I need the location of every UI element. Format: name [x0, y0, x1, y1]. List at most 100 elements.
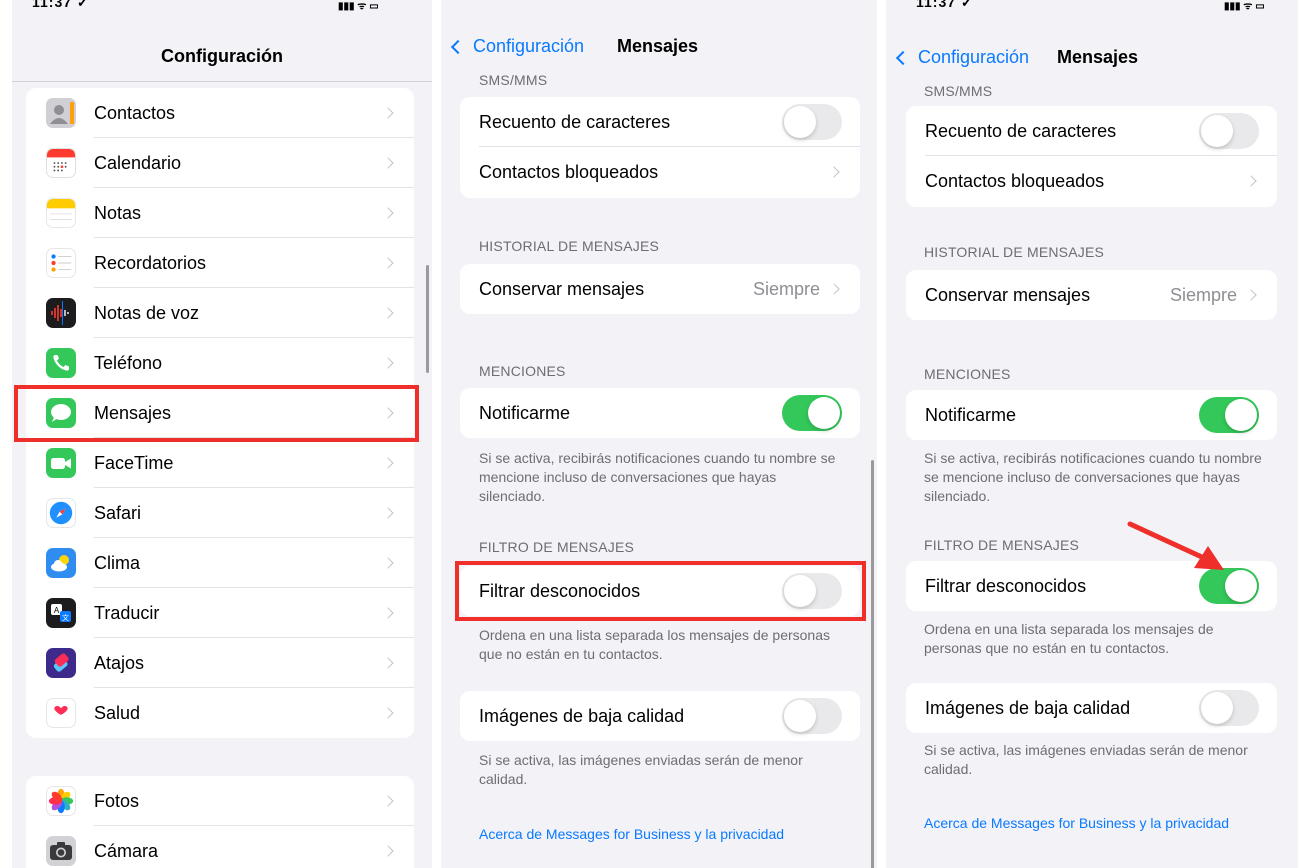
low-quality-toggle[interactable] — [1199, 690, 1259, 726]
keep-messages-row[interactable]: Conservar mensajes Siempre — [906, 270, 1277, 320]
low-quality-row: Imágenes de baja calidad — [906, 683, 1277, 733]
back-button[interactable]: Configuración — [449, 36, 584, 57]
keep-messages-value: Siempre — [752, 278, 820, 299]
settings-row-fotos[interactable]: Fotos — [26, 776, 414, 826]
low-quality-row: Imágenes de baja calidad — [460, 691, 860, 741]
settings-row-telefono[interactable]: Teléfono — [26, 338, 414, 388]
chevron-right-icon — [382, 657, 394, 669]
chevron-right-icon — [382, 107, 394, 119]
chevron-right-icon — [828, 166, 840, 178]
settings-row-atajos[interactable]: Atajos — [26, 638, 414, 688]
business-privacy-link[interactable]: Acerca de Messages for Business y la pri… — [479, 826, 784, 842]
svg-text:A: A — [54, 606, 60, 615]
shortcuts-icon — [46, 648, 76, 678]
settings-row-camara[interactable]: Cámara — [26, 826, 414, 868]
row-label: Notificarme — [479, 402, 571, 423]
row-label: Traducir — [94, 602, 160, 623]
notify-toggle[interactable] — [1199, 397, 1259, 433]
chevron-right-icon — [1245, 289, 1257, 301]
section-header-history: HISTORIAL DE MENSAJES — [479, 238, 660, 254]
row-label: Conservar mensajes — [925, 284, 1091, 305]
row-label: Recuento de caracteres — [479, 111, 671, 132]
keep-messages-row[interactable]: Conservar mensajes Siempre — [460, 264, 860, 314]
blocked-contacts-row[interactable]: Contactos bloqueados — [460, 147, 860, 197]
settings-row-traducir[interactable]: A文 Traducir — [26, 588, 414, 638]
settings-row-salud[interactable]: Salud — [26, 688, 414, 738]
settings-row-facetime[interactable]: FaceTime — [26, 438, 414, 488]
messages-panel-after: 11:37 ✓ ▮▮▮ ᯤ ▭ Configuración Mensajes S… — [886, 0, 1298, 868]
camera-icon — [46, 836, 76, 866]
reminders-icon — [46, 248, 76, 278]
row-label: FaceTime — [94, 452, 174, 473]
sms-group: Recuento de caracteres Contactos bloquea… — [906, 106, 1277, 207]
row-label: Fotos — [94, 790, 140, 811]
row-label: Salud — [94, 702, 141, 723]
char-count-toggle[interactable] — [1199, 113, 1259, 149]
status-icons: ▮▮▮ ᯤ ▭ — [338, 1, 379, 12]
scrollbar[interactable] — [871, 460, 874, 868]
messages-panel-before: Configuración Mensajes SMS/MMS Recuento … — [441, 0, 877, 868]
settings-row-notas[interactable]: Notas — [26, 188, 414, 238]
history-group: Conservar mensajes Siempre — [460, 264, 860, 314]
calendar-icon — [46, 148, 76, 178]
highlight-mensajes-box — [14, 385, 419, 442]
low-quality-toggle[interactable] — [782, 698, 842, 734]
row-label: Cámara — [94, 840, 159, 861]
chevron-right-icon — [382, 607, 394, 619]
page-title: Configuración — [161, 46, 283, 66]
row-label: Conservar mensajes — [479, 278, 645, 299]
settings-row-calendario[interactable]: Calendario — [26, 138, 414, 188]
section-header-sms: SMS/MMS — [479, 72, 548, 88]
settings-panel: 11:37 ✓ ▮▮▮ ᯤ ▭ Configuración Contactos … — [12, 0, 432, 868]
safari-icon — [46, 498, 76, 528]
nav-divider — [12, 81, 432, 82]
blocked-contacts-row[interactable]: Contactos bloqueados — [906, 156, 1277, 206]
chevron-right-icon — [828, 283, 840, 295]
settings-row-clima[interactable]: Clima — [26, 538, 414, 588]
notify-footer: Si se activa, recibirás notificaciones c… — [924, 450, 1262, 504]
settings-row-contactos[interactable]: Contactos — [26, 88, 414, 138]
filter-footer: Ordena en una lista separada los mensaje… — [924, 621, 1214, 656]
settings-row-notas-de-voz[interactable]: Notas de voz — [26, 288, 414, 338]
row-label: Contactos bloqueados — [925, 170, 1105, 191]
back-label: Configuración — [918, 47, 1030, 67]
chevron-right-icon — [382, 307, 394, 319]
chevron-right-icon — [382, 557, 394, 569]
media-group: Fotos Cámara — [26, 776, 414, 868]
chevron-right-icon — [382, 845, 394, 857]
chevron-right-icon — [382, 457, 394, 469]
scrollbar[interactable] — [426, 265, 429, 373]
svg-text:文: 文 — [62, 613, 69, 622]
row-label: Safari — [94, 502, 142, 523]
row-label: Recordatorios — [94, 252, 207, 273]
row-label: Recuento de caracteres — [925, 120, 1117, 141]
settings-row-recordatorios[interactable]: Recordatorios — [26, 238, 414, 288]
low-quality-group: Imágenes de baja calidad — [460, 691, 860, 741]
voice-memos-icon — [46, 298, 76, 328]
settings-row-safari[interactable]: Safari — [26, 488, 414, 538]
back-button[interactable]: Configuración — [894, 47, 1029, 68]
row-label: Imágenes de baja calidad — [479, 705, 685, 726]
chevron-right-icon — [382, 207, 394, 219]
notify-toggle[interactable] — [782, 395, 842, 431]
chevron-left-icon — [450, 39, 466, 54]
photos-icon — [46, 786, 76, 816]
status-bar: 11:37 ✓ ▮▮▮ ᯤ ▭ — [12, 0, 432, 14]
char-count-toggle[interactable] — [782, 104, 842, 140]
notes-icon — [46, 198, 76, 228]
highlight-filter-box — [455, 561, 866, 621]
mentions-group: Notificarme — [906, 390, 1277, 440]
mentions-group: Notificarme — [460, 388, 860, 438]
row-label: Notas de voz — [94, 302, 200, 323]
weather-icon — [46, 548, 76, 578]
section-header-mentions: MENCIONES — [479, 363, 566, 379]
chevron-right-icon — [382, 157, 394, 169]
row-label: Calendario — [94, 152, 182, 173]
business-privacy-link[interactable]: Acerca de Messages for Business y la pri… — [924, 815, 1229, 831]
row-label: Teléfono — [94, 352, 163, 373]
notify-footer: Si se activa, recibirás notificaciones c… — [479, 450, 836, 504]
chevron-right-icon — [382, 257, 394, 269]
status-bar: 11:37 ✓ ▮▮▮ ᯤ ▭ — [886, 0, 1298, 14]
translate-icon: A文 — [46, 598, 76, 628]
sms-group: Recuento de caracteres Contactos bloquea… — [460, 97, 860, 198]
